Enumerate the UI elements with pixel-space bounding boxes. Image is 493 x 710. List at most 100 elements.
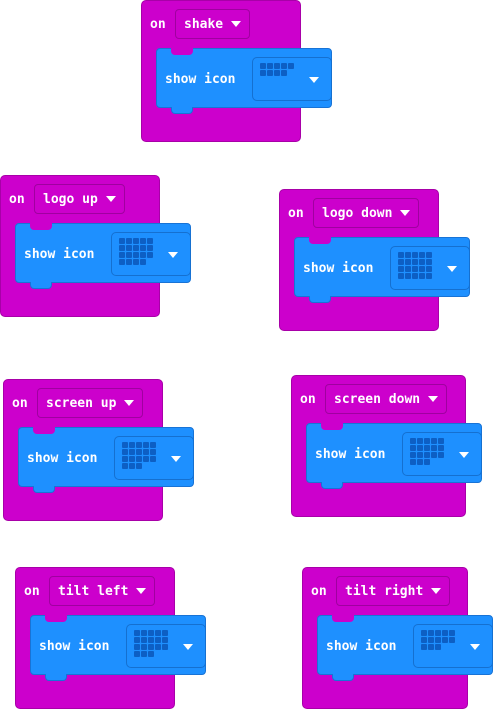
led-off — [150, 456, 156, 462]
led-off — [417, 445, 423, 451]
led-off — [398, 252, 404, 258]
led-off — [147, 245, 153, 251]
led-off — [141, 637, 147, 643]
chevron-down-icon — [231, 21, 242, 27]
led-off — [143, 449, 149, 455]
led-off — [421, 644, 427, 650]
led-off — [136, 456, 142, 462]
led-off — [288, 63, 294, 69]
led-off — [141, 651, 147, 657]
block-tab — [171, 107, 193, 114]
block-notch — [309, 237, 331, 244]
led-off — [424, 438, 430, 444]
led-off — [424, 452, 430, 458]
led-off — [148, 651, 154, 657]
led-off — [421, 630, 427, 636]
show-icon-block[interactable]: show icon — [294, 237, 470, 303]
led-off — [126, 245, 132, 251]
chevron-down-icon — [105, 196, 116, 202]
icon-dropdown[interactable] — [390, 246, 470, 290]
block-notch — [321, 423, 343, 430]
led-off — [398, 266, 404, 272]
led-off — [419, 252, 425, 258]
on-shake-block[interactable]: on shake show icon — [141, 0, 332, 142]
show-icon-block[interactable]: show icon — [18, 427, 194, 493]
gesture-label: shake — [184, 16, 224, 32]
led-off — [140, 259, 146, 265]
led-off — [419, 266, 425, 272]
show-icon-label: show icon — [315, 447, 386, 462]
show-icon-block[interactable]: show icon — [15, 223, 191, 289]
icon-dropdown[interactable] — [111, 232, 191, 276]
led-off — [426, 252, 432, 258]
gesture-dropdown[interactable]: screen up — [37, 388, 144, 418]
led-off — [438, 452, 444, 458]
on-tilt-left-block[interactable]: on tilt left show icon — [15, 567, 206, 709]
led-off — [148, 630, 154, 636]
show-icon-block[interactable]: show icon — [156, 48, 332, 114]
show-icon-block[interactable]: show icon — [306, 423, 482, 489]
led-off — [147, 238, 153, 244]
led-off — [141, 644, 147, 650]
on-logo-down-block[interactable]: on logo down show icon — [279, 189, 470, 331]
led-off — [260, 70, 266, 76]
show-icon-block[interactable]: show icon — [317, 615, 493, 681]
block-notch — [332, 615, 354, 622]
block-tab — [33, 486, 55, 493]
led-off — [405, 252, 411, 258]
show-icon-label: show icon — [326, 639, 397, 654]
led-off — [150, 442, 156, 448]
led-off — [150, 449, 156, 455]
gesture-label: logo down — [322, 205, 393, 221]
on-screen-up-block[interactable]: on screen up show icon — [3, 379, 194, 521]
on-screen-down-block[interactable]: on screen down show icon — [291, 375, 482, 517]
led-off — [136, 463, 142, 469]
gesture-dropdown[interactable]: tilt left — [49, 576, 156, 606]
led-off — [122, 463, 128, 469]
chevron-down-icon — [171, 456, 181, 462]
led-off — [410, 438, 416, 444]
led-off — [281, 63, 287, 69]
led-off — [274, 63, 280, 69]
led-off — [126, 252, 132, 258]
led-off — [119, 238, 125, 244]
gesture-dropdown[interactable]: logo down — [313, 198, 420, 228]
gesture-dropdown[interactable]: shake — [175, 9, 251, 39]
led-off — [140, 252, 146, 258]
led-off — [134, 630, 140, 636]
block-tab — [30, 282, 52, 289]
icon-dropdown[interactable] — [114, 436, 194, 480]
icon-dropdown[interactable] — [252, 57, 332, 101]
led-off — [410, 445, 416, 451]
icon-dropdown[interactable] — [126, 624, 206, 668]
gesture-dropdown[interactable]: tilt right — [336, 576, 451, 606]
chevron-down-icon — [431, 588, 442, 594]
on-keyword: on — [150, 17, 166, 32]
show-icon-label: show icon — [27, 451, 98, 466]
led-off — [417, 459, 423, 465]
led-off — [119, 245, 125, 251]
show-icon-block[interactable]: show icon — [30, 615, 206, 681]
icon-dropdown[interactable] — [402, 432, 482, 476]
led-off — [426, 266, 432, 272]
led-off — [412, 252, 418, 258]
led-off — [267, 63, 273, 69]
led-off — [162, 644, 168, 650]
on-tilt-right-block[interactable]: on tilt right show icon — [302, 567, 493, 709]
on-logo-up-block[interactable]: on logo up show icon — [0, 175, 191, 317]
block-notch — [33, 427, 55, 434]
led-off — [122, 456, 128, 462]
gesture-dropdown[interactable]: screen down — [325, 384, 448, 414]
led-off — [426, 273, 432, 279]
led-off — [119, 259, 125, 265]
led-off — [428, 637, 434, 643]
icon-dropdown[interactable] — [413, 624, 493, 668]
led-off — [260, 63, 266, 69]
led-off — [162, 637, 168, 643]
led-off — [126, 259, 132, 265]
led-off — [122, 442, 128, 448]
led-icon-preview — [122, 442, 156, 474]
led-off — [281, 70, 287, 76]
led-off — [435, 644, 441, 650]
gesture-dropdown[interactable]: logo up — [34, 184, 125, 214]
